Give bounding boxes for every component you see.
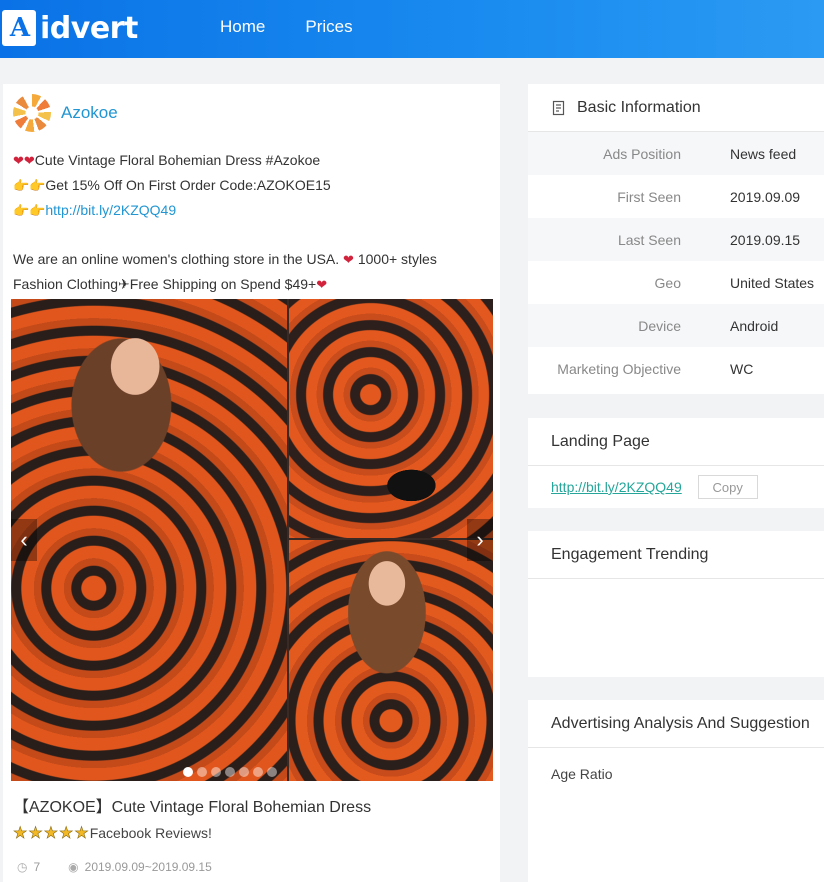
star-icon: ★ bbox=[13, 825, 28, 843]
ad-image-dress-closeup bbox=[289, 299, 493, 538]
ad-copy-line: ❤❤Cute Vintage Floral Bohemian Dress #Az… bbox=[13, 148, 493, 173]
rating-text: Facebook Reviews! bbox=[89, 825, 212, 841]
nav-prices-link[interactable]: Prices bbox=[305, 17, 352, 37]
carousel-dots bbox=[183, 767, 277, 777]
star-icon: ★ bbox=[28, 825, 43, 843]
info-value: United States bbox=[730, 274, 815, 291]
carousel-dot[interactable] bbox=[253, 767, 263, 777]
star-icon: ★ bbox=[43, 825, 59, 843]
engagement-trending-panel: Engagement Trending bbox=[528, 531, 824, 677]
document-icon bbox=[551, 100, 567, 116]
carousel-next-chevron-icon[interactable]: › bbox=[467, 519, 493, 561]
info-value: News feed bbox=[730, 145, 797, 162]
like-count: 7 bbox=[33, 860, 41, 874]
info-key: Device bbox=[638, 317, 681, 334]
ad-copy-text: ❤❤Cute Vintage Floral Bohemian Dress #Az… bbox=[13, 148, 493, 297]
advertiser-avatar bbox=[13, 94, 51, 132]
panel-header: Advertising Analysis And Suggestion bbox=[528, 700, 824, 748]
panel-header: Engagement Trending bbox=[528, 531, 824, 579]
ad-copy-line: 👉👉http://bit.ly/2KZQQ49 bbox=[13, 198, 493, 223]
carousel-dot[interactable] bbox=[211, 767, 221, 777]
carousel-dot[interactable] bbox=[197, 767, 207, 777]
ad-headline: 【AZOKOE】Cute Vintage Floral Bohemian Dre… bbox=[13, 799, 372, 816]
info-key: Geo bbox=[654, 274, 681, 291]
ad-copy-paragraph: We are an online women's clothing store … bbox=[13, 251, 340, 267]
landing-page-panel: Landing Page http://bit.ly/2KZQQ49 Copy bbox=[528, 418, 824, 508]
panel-header: Basic Information bbox=[528, 84, 824, 132]
info-key: Last Seen bbox=[617, 231, 681, 248]
seen-date-range: 2019.09.09~2019.09.15 bbox=[84, 860, 212, 874]
star-icon: ★ bbox=[74, 825, 89, 843]
eye-icon: ◉ bbox=[68, 860, 79, 874]
ad-copy-line: 👉👉Get 15% Off On First Order Code:AZOKOE… bbox=[13, 173, 493, 198]
info-row-device: Device Android bbox=[528, 304, 824, 347]
main-nav: Home Prices bbox=[220, 17, 353, 37]
logo-text: idvert bbox=[40, 10, 138, 46]
panel-title: Basic Information bbox=[577, 98, 701, 116]
info-row-last-seen: Last Seen 2019.09.15 bbox=[528, 218, 824, 261]
ad-copy-line: We are an online women's clothing store … bbox=[13, 247, 493, 272]
info-key: Ads Position bbox=[603, 145, 681, 162]
advertiser-row[interactable]: Azokoe bbox=[13, 94, 118, 132]
ad-image-model-seated bbox=[11, 299, 287, 781]
clock-icon: ◷ bbox=[17, 860, 28, 874]
pointing-hand-emoji-icon: 👉👉 bbox=[13, 203, 46, 218]
landing-page-url[interactable]: http://bit.ly/2KZQQ49 bbox=[551, 479, 682, 495]
heart-emoji-icon: ❤❤ bbox=[13, 153, 35, 168]
carousel-dot[interactable] bbox=[225, 767, 235, 777]
copy-url-button[interactable]: Copy bbox=[697, 475, 758, 499]
carousel-dot[interactable] bbox=[267, 767, 277, 777]
panel-title: Engagement Trending bbox=[551, 545, 709, 563]
ad-card: Azokoe ❤❤Cute Vintage Floral Bohemian Dr… bbox=[3, 84, 500, 882]
info-row-first-seen: First Seen 2019.09.09 bbox=[528, 175, 824, 218]
ad-copy-line: Fashion Clothing✈Free Shipping on Spend … bbox=[13, 272, 493, 297]
top-navigation-bar: A idvert Home Prices bbox=[0, 0, 824, 58]
advertising-analysis-panel: Advertising Analysis And Suggestion Age … bbox=[528, 700, 824, 882]
ad-copy-line-text: Get 15% Off On First Order Code:AZOKOE15 bbox=[45, 177, 331, 193]
ad-stats: ◷ 7 ◉ 2019.09.09~2019.09.15 bbox=[17, 860, 212, 874]
info-row-geo: Geo United States bbox=[528, 261, 824, 304]
ad-image-model-portrait bbox=[289, 540, 493, 781]
ad-rating-line: ★★★★★ Facebook Reviews! bbox=[13, 823, 212, 843]
carousel-dot[interactable] bbox=[239, 767, 249, 777]
heart-emoji-icon: ❤ bbox=[343, 252, 354, 267]
info-value: 2019.09.15 bbox=[730, 231, 801, 248]
age-ratio-label: Age Ratio bbox=[551, 766, 613, 782]
idvert-logo[interactable]: A idvert bbox=[2, 8, 138, 48]
info-row-marketing-objective: Marketing Objective WC bbox=[528, 347, 824, 390]
ad-copy-link[interactable]: http://bit.ly/2KZQQ49 bbox=[45, 202, 176, 218]
ad-copy-paragraph-tail: 1000+ styles bbox=[353, 251, 437, 267]
advertiser-name[interactable]: Azokoe bbox=[61, 103, 118, 123]
info-key: First Seen bbox=[617, 188, 681, 205]
panel-title: Landing Page bbox=[551, 432, 650, 450]
info-value: WC bbox=[730, 360, 754, 377]
ad-media-carousel[interactable]: ‹ › bbox=[11, 299, 493, 781]
panel-header: Landing Page bbox=[528, 418, 824, 466]
star-rating: ★★★★★ bbox=[13, 823, 90, 843]
carousel-prev-chevron-icon[interactable]: ‹ bbox=[11, 519, 37, 561]
heart-emoji-icon: ❤ bbox=[316, 277, 328, 292]
info-key: Marketing Objective bbox=[557, 360, 681, 377]
carousel-dot[interactable] bbox=[183, 767, 193, 777]
logo-mark: A bbox=[2, 10, 36, 46]
basic-information-panel: Basic Information Ads Position News feed… bbox=[528, 84, 824, 394]
pointing-hand-emoji-icon: 👉👉 bbox=[13, 178, 46, 193]
ad-copy-line-text: Cute Vintage Floral Bohemian Dress #Azok… bbox=[34, 152, 321, 168]
info-row-ads-position: Ads Position News feed bbox=[528, 132, 824, 175]
info-value: Android bbox=[730, 317, 779, 334]
panel-title: Advertising Analysis And Suggestion bbox=[551, 714, 810, 732]
ad-copy-paragraph: Fashion Clothing✈Free Shipping on Spend … bbox=[13, 276, 317, 292]
info-value: 2019.09.09 bbox=[730, 188, 801, 205]
nav-home-link[interactable]: Home bbox=[220, 17, 265, 37]
landing-page-body: http://bit.ly/2KZQQ49 Copy bbox=[528, 466, 824, 508]
star-icon: ★ bbox=[59, 825, 74, 843]
ad-copy-spacer bbox=[13, 223, 493, 247]
basic-info-table: Ads Position News feed First Seen 2019.0… bbox=[528, 132, 824, 390]
